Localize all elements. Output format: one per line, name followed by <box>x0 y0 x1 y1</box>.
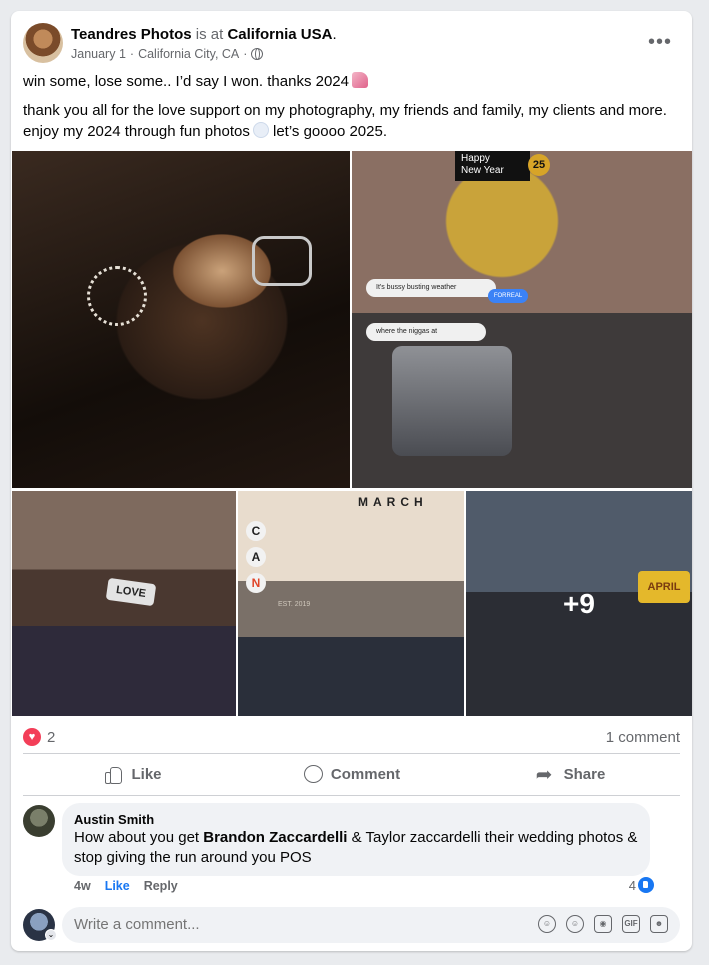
photo-chat-bubble-2: where the niggas at <box>366 323 486 341</box>
composer-icons: ☺ ☺ ◉ GIF ☻ <box>538 915 668 933</box>
share-label: Share <box>563 765 606 783</box>
photo-25-badge: 25 <box>528 154 550 176</box>
photo-car-shape <box>392 346 512 456</box>
meta-dot-2: · <box>243 47 248 61</box>
post-text-1: win some, lose some.. I’d say I won. tha… <box>23 73 349 90</box>
thumbs-up-icon <box>103 764 123 784</box>
post-card: Teandres Photos is at California USA. Ja… <box>11 11 692 951</box>
photo-glasses-shape <box>252 236 312 286</box>
photo-1[interactable] <box>12 151 350 488</box>
comment-author[interactable]: Austin Smith <box>74 811 638 828</box>
location-link[interactable]: California USA <box>227 26 332 43</box>
globe-icon <box>251 48 264 60</box>
sticker-icon[interactable]: ☻ <box>650 915 668 933</box>
emoji-icon[interactable]: ☺ <box>566 915 584 933</box>
comment-bubble: Austin Smith How about you get Brandon Z… <box>62 803 650 876</box>
photo-letter-c: C <box>246 521 266 541</box>
comment-likes-number: 4 <box>628 877 636 893</box>
comment-mention[interactable]: Brandon Zaccardelli <box>203 829 347 846</box>
white-heart-icon <box>252 122 269 138</box>
like-label: Like <box>131 765 162 783</box>
camera-icon[interactable]: ◉ <box>594 915 612 933</box>
comment-button[interactable]: Comment <box>242 756 461 792</box>
reaction-summary[interactable]: ♥ 2 <box>23 727 55 747</box>
comment-reply-button[interactable]: Reply <box>144 879 178 893</box>
photo-happy-new-year-sign: Happy New Year <box>455 151 530 181</box>
post-text-2-end: let’s goooo 2025. <box>273 123 387 140</box>
photo-est-label: EST. 2019 <box>278 601 311 608</box>
comment-composer: ⌄ ☺ ☺ ◉ GIF ☻ <box>23 907 680 943</box>
more-photos-count[interactable]: +9 <box>466 491 692 716</box>
photo-forreal-bubble: FORREAL <box>488 289 528 303</box>
share-arrow-icon <box>536 762 556 787</box>
photo-letter-a: A <box>246 547 266 567</box>
comment-label: Comment <box>330 765 401 783</box>
post-meta: January 1 · California City, CA · <box>71 47 264 61</box>
comment-text-pre: How about you get <box>74 829 200 846</box>
comment-text: How about you get Brandon Zaccardelli & … <box>74 828 638 868</box>
comment-age[interactable]: 4w <box>74 879 91 893</box>
comment-like-count[interactable]: 4 <box>629 877 654 893</box>
photo-chat-bubble-1: It's bussy busting weather <box>366 279 496 297</box>
love-reaction-icon: ♥ <box>23 728 41 746</box>
more-options-icon[interactable]: ••• <box>648 31 672 54</box>
comment-like-button[interactable]: Like <box>105 879 130 893</box>
photo-march-label: MARCH <box>358 495 428 509</box>
post-place[interactable]: California City, CA <box>138 47 239 61</box>
divider-bottom <box>23 795 680 796</box>
nail-polish-icon <box>352 72 368 88</box>
comment-bubble-icon <box>303 764 323 784</box>
gif-icon[interactable]: GIF <box>622 915 640 933</box>
comment-meta: 4w Like Reply <box>74 879 178 893</box>
like-button[interactable]: Like <box>23 756 242 792</box>
avatar-sticker-icon[interactable]: ☺ <box>538 915 556 933</box>
post-text-line1: win some, lose some.. I’d say I won. tha… <box>23 72 368 92</box>
post-date[interactable]: January 1 <box>71 47 126 61</box>
like-badge-icon <box>638 877 654 893</box>
photo-chain-shape <box>87 266 147 326</box>
post-text-line2: thank you all for the love support on my… <box>23 100 683 142</box>
photo-2[interactable]: Happy New Year 25 It's bussy busting wea… <box>352 151 692 488</box>
is-at-label: is at <box>195 26 224 43</box>
meta-dot: · <box>129 47 135 61</box>
chevron-down-icon[interactable]: ⌄ <box>45 929 57 941</box>
photo-5-more[interactable]: APRIL +9 <box>466 491 692 716</box>
post-actions: Like Comment Share <box>23 756 680 792</box>
photo-letter-n: N <box>246 573 266 593</box>
photo-love-sign: LOVE <box>105 577 157 607</box>
divider-top <box>23 753 680 754</box>
photo-3[interactable]: LOVE <box>12 491 236 716</box>
photo-4[interactable]: MARCH C A N EST. 2019 <box>238 491 464 716</box>
reaction-count[interactable]: 2 <box>47 729 55 746</box>
author-line: Teandres Photos is at California USA. <box>71 25 337 45</box>
author-avatar[interactable] <box>23 23 63 63</box>
author-name[interactable]: Teandres Photos <box>71 26 192 43</box>
period: . <box>332 26 337 43</box>
comment-count[interactable]: 1 comment <box>606 729 680 746</box>
post-header: Teandres Photos is at California USA. Ja… <box>23 23 680 67</box>
commenter-avatar[interactable] <box>23 805 55 837</box>
share-button[interactable]: Share <box>461 756 680 792</box>
comment-item: Austin Smith How about you get Brandon Z… <box>23 803 680 895</box>
